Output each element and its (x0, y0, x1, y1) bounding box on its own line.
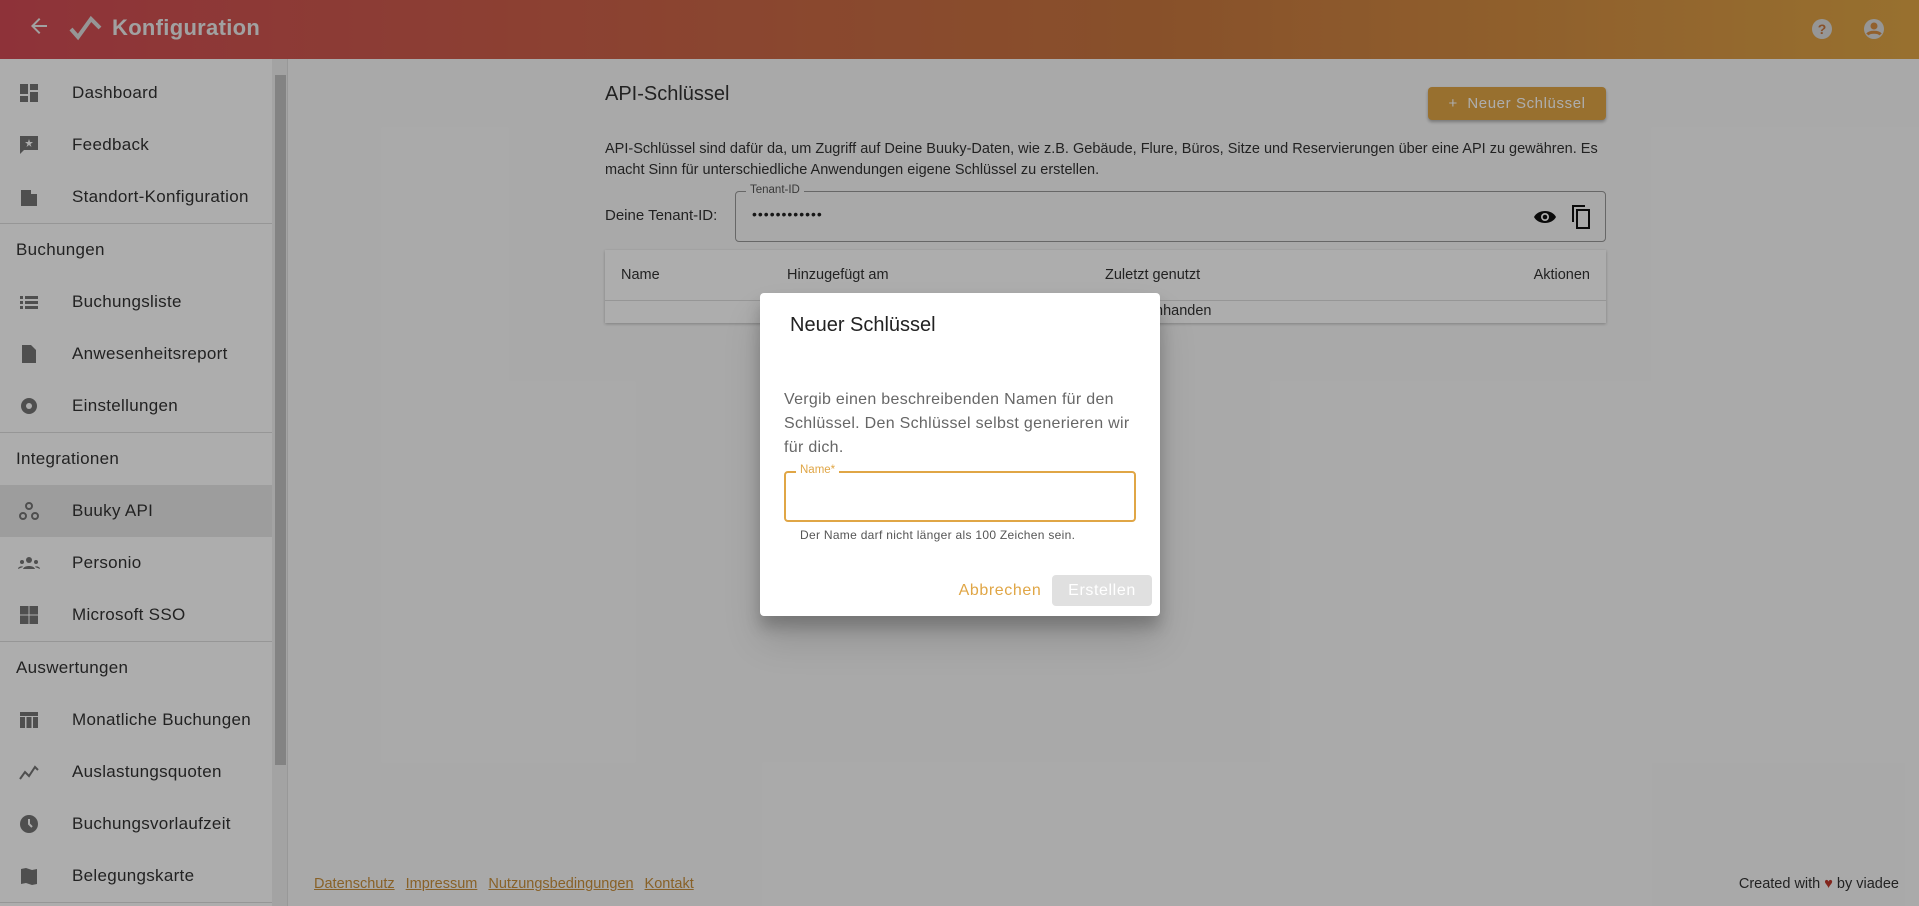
name-field: Name* (784, 464, 1136, 522)
name-field-hint: Der Name darf nicht länger als 100 Zeich… (800, 528, 1076, 542)
name-input[interactable] (798, 485, 1118, 509)
dialog-title: Neuer Schlüssel (790, 314, 936, 336)
new-key-dialog: Neuer Schlüssel Vergib einen beschreiben… (760, 293, 1160, 616)
name-field-label: Name* (796, 464, 840, 476)
dialog-text: Vergib einen beschreibenden Namen für de… (784, 391, 1130, 456)
cancel-button[interactable]: Abbrechen (950, 575, 1050, 606)
create-button[interactable]: Erstellen (1052, 575, 1152, 606)
